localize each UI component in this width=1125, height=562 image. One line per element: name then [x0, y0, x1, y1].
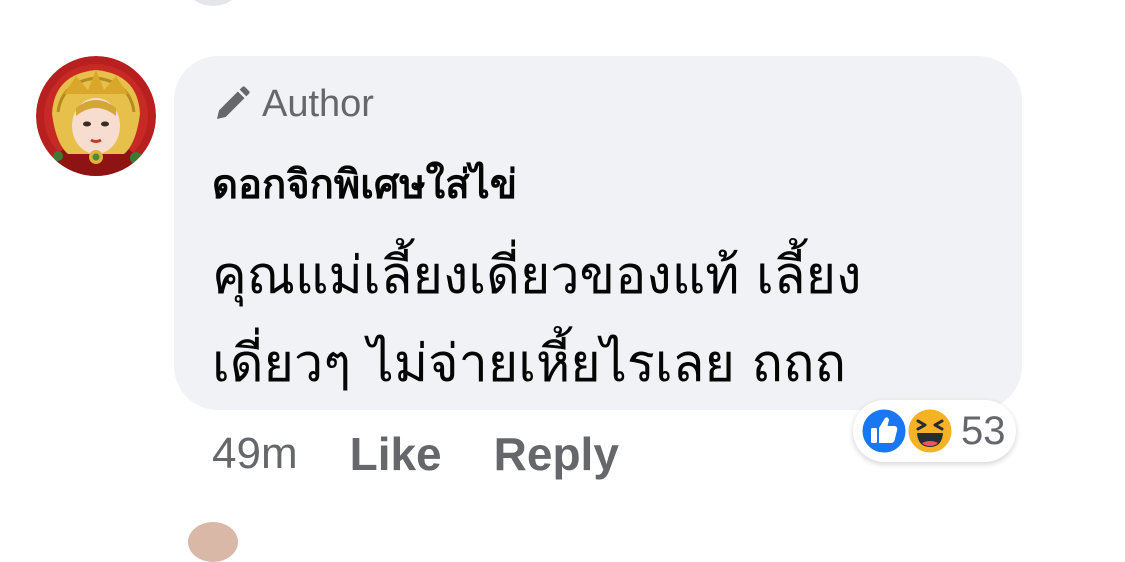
reply-button[interactable]: Reply [494, 427, 619, 481]
author-badge-label: Author [262, 82, 374, 125]
reactions-summary[interactable]: 53 [853, 400, 1016, 462]
next-comment-avatar[interactable] [188, 522, 238, 562]
haha-icon [905, 406, 955, 456]
previous-comment-avatar[interactable] [188, 0, 238, 6]
pencil-icon [217, 86, 250, 119]
like-button[interactable]: Like [350, 427, 442, 481]
avatar[interactable] [36, 56, 156, 176]
comment-text: คุณแม่เลี้ยงเดี่ยวของแท้ เลี้ยง เดี่ยวๆ … [212, 246, 862, 394]
author-badge[interactable]: Author [212, 82, 374, 126]
comment-bubble: Author ดอกจิกพิเศษใส่ไข่ คุณแม่เลี้ยงเดี… [174, 56, 1022, 410]
comment-actions: 49m Like Reply [212, 428, 671, 480]
author-name[interactable]: ดอกจิกพิเศษใส่ไข่ [212, 152, 517, 216]
avatar-image [36, 56, 156, 176]
reaction-count: 53 [961, 408, 1006, 453]
like-icon [859, 406, 909, 456]
comment-timestamp[interactable]: 49m [212, 429, 298, 479]
